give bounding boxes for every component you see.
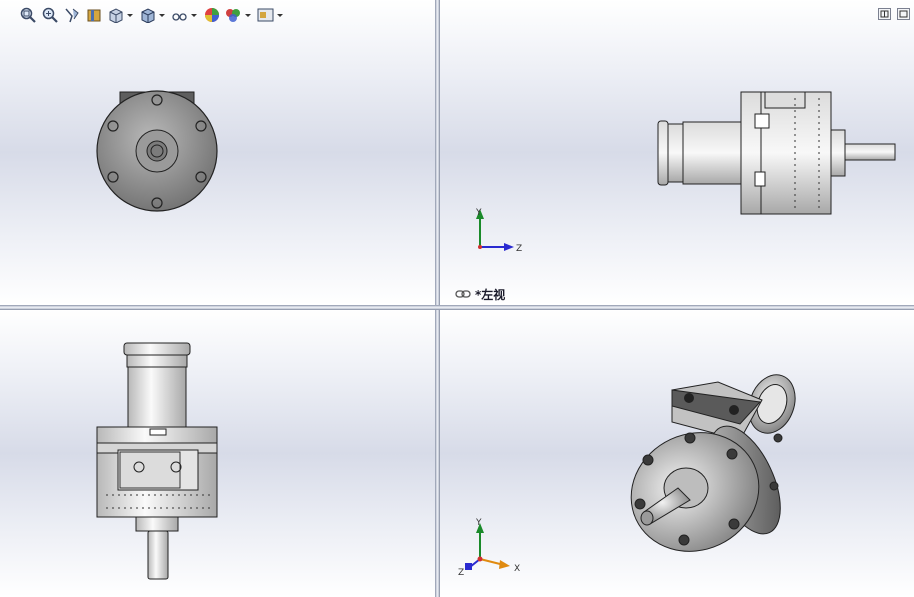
axis-y-label: Y <box>475 208 482 218</box>
vertical-splitter[interactable] <box>435 0 440 597</box>
part-top-view <box>96 342 218 580</box>
horizontal-splitter[interactable] <box>0 305 914 310</box>
view-settings-icon[interactable] <box>256 5 286 25</box>
apply-scene-icon[interactable] <box>224 5 254 25</box>
axis-triad: Y Z <box>475 208 522 254</box>
part-isometric-view <box>630 374 796 552</box>
axis-y-label: Y <box>475 518 482 528</box>
viewport-window-controls <box>878 8 910 20</box>
view-name-text: *左视 <box>475 288 506 302</box>
maximize-viewport-icon[interactable] <box>897 8 910 20</box>
zoom-to-fit-icon[interactable] <box>18 5 38 25</box>
axis-z-label: Z <box>458 568 464 575</box>
axis-triad: Y X Z <box>458 518 520 575</box>
edit-appearance-icon[interactable] <box>202 5 222 25</box>
viewport-left[interactable]: Y Z *左视 <box>440 0 914 305</box>
part-left-view <box>657 91 896 215</box>
zoom-to-area-icon[interactable] <box>40 5 60 25</box>
viewport-isometric[interactable]: Y X Z <box>440 310 914 597</box>
view-name-label: *左视 <box>455 286 505 303</box>
view-orientation-icon[interactable] <box>106 5 136 25</box>
viewport-front[interactable] <box>0 0 435 305</box>
previous-view-icon[interactable] <box>62 5 82 25</box>
part-front-view <box>96 90 218 212</box>
viewport-top[interactable] <box>0 310 435 597</box>
display-style-icon[interactable] <box>138 5 168 25</box>
section-view-icon[interactable] <box>84 5 104 25</box>
axis-z-label: Z <box>516 244 522 254</box>
restore-viewport-icon[interactable] <box>878 8 891 20</box>
heads-up-view-toolbar <box>18 4 286 26</box>
link-icon <box>455 288 471 302</box>
hide-show-items-icon[interactable] <box>170 5 200 25</box>
axis-x-label: X <box>514 564 520 574</box>
